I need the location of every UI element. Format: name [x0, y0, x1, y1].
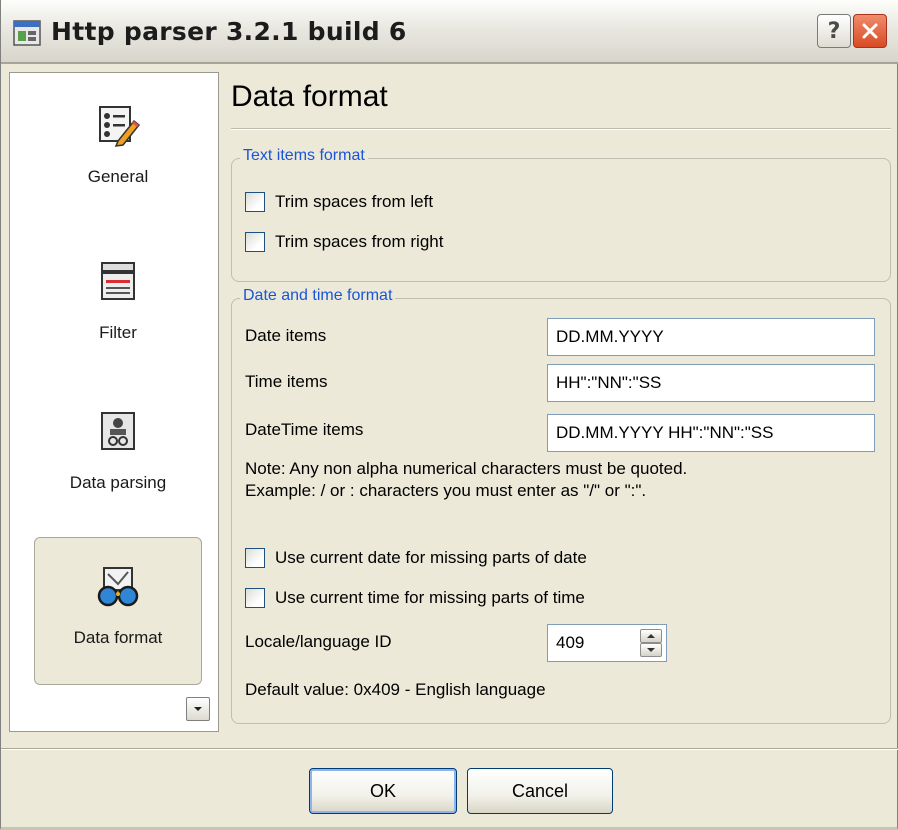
- sidebar-item-data-parsing[interactable]: Data parsing: [34, 383, 202, 531]
- sidebar-scroll-down-button[interactable]: [186, 697, 210, 721]
- sidebar-item-data-format[interactable]: Data format: [34, 537, 202, 685]
- data-parsing-icon: [101, 412, 135, 450]
- title-divider: [231, 128, 891, 130]
- date-items-label: Date items: [245, 326, 327, 345]
- spin-down-button[interactable]: [640, 643, 662, 657]
- sidebar-item-label: Filter: [99, 323, 137, 342]
- time-items-label: Time items: [245, 372, 328, 391]
- glasses-icon: [97, 567, 139, 607]
- help-button[interactable]: ?: [817, 14, 851, 48]
- trim-right-checkbox[interactable]: [245, 232, 265, 252]
- trim-left-checkbox-row[interactable]: Trim spaces from left: [245, 192, 433, 212]
- checkbox-label: Trim spaces from right: [275, 232, 444, 251]
- use-current-time-checkbox[interactable]: [245, 588, 265, 608]
- arrow-down-icon: [647, 648, 655, 652]
- title-bar[interactable]: Http parser 3.2.1 build 6 ?: [1, 0, 898, 64]
- locale-spin-input[interactable]: 409: [547, 624, 667, 662]
- locale-label: Locale/language ID: [245, 632, 392, 651]
- checkbox-label: Trim spaces from left: [275, 192, 434, 211]
- sidebar: General Filter Data parsing Data format: [9, 72, 219, 732]
- trim-right-checkbox-row[interactable]: Trim spaces from right: [245, 232, 443, 252]
- spin-up-button[interactable]: [640, 629, 662, 643]
- datetime-items-input[interactable]: DD.MM.YYYY HH":"NN":"SS: [547, 414, 875, 452]
- arrow-up-icon: [647, 634, 655, 638]
- use-current-date-checkbox[interactable]: [245, 548, 265, 568]
- date-items-input[interactable]: DD.MM.YYYY: [547, 318, 875, 356]
- trim-left-checkbox[interactable]: [245, 192, 265, 212]
- chevron-down-icon: [194, 707, 202, 711]
- checklist-pencil-icon: [99, 106, 140, 147]
- cancel-button[interactable]: Cancel: [467, 768, 613, 814]
- sidebar-item-label: Data parsing: [69, 473, 167, 492]
- text-items-format-group: Text items format: [231, 147, 891, 282]
- datetime-items-label: DateTime items: [245, 420, 364, 439]
- checkbox-label: Use current time for missing parts of ti…: [275, 588, 585, 607]
- group-legend: Text items format: [240, 147, 368, 165]
- spin-buttons: [640, 629, 662, 657]
- default-value-hint: Default value: 0x409 - English language: [245, 680, 546, 699]
- dialog-window: Http parser 3.2.1 build 6 ? General Filt…: [0, 0, 898, 830]
- ok-button[interactable]: OK: [309, 768, 457, 814]
- locale-value: 409: [556, 633, 585, 652]
- filter-tray-icon: [101, 262, 135, 300]
- footer-divider: [1, 748, 898, 750]
- sidebar-item-general[interactable]: General: [34, 77, 202, 225]
- group-legend: Date and time format: [240, 287, 396, 305]
- checkbox-label: Use current date for missing parts of da…: [275, 548, 587, 567]
- close-button[interactable]: [853, 14, 887, 48]
- sidebar-item-label: General: [87, 167, 149, 186]
- app-icon: [13, 20, 41, 46]
- window-title: Http parser 3.2.1 build 6: [51, 17, 407, 46]
- close-icon: [862, 23, 878, 39]
- use-current-time-checkbox-row[interactable]: Use current time for missing parts of ti…: [245, 588, 585, 608]
- time-items-input[interactable]: HH":"NN":"SS: [547, 364, 875, 402]
- note-line: Example: / or : characters you must ente…: [245, 481, 647, 500]
- sidebar-item-label: Data format: [73, 628, 163, 647]
- sidebar-item-filter[interactable]: Filter: [34, 233, 202, 381]
- quoting-note: Note: Any non alpha numerical characters…: [245, 458, 875, 502]
- use-current-date-checkbox-row[interactable]: Use current date for missing parts of da…: [245, 548, 587, 568]
- note-line: Note: Any non alpha numerical characters…: [245, 459, 688, 478]
- page-title: Data format: [231, 80, 388, 113]
